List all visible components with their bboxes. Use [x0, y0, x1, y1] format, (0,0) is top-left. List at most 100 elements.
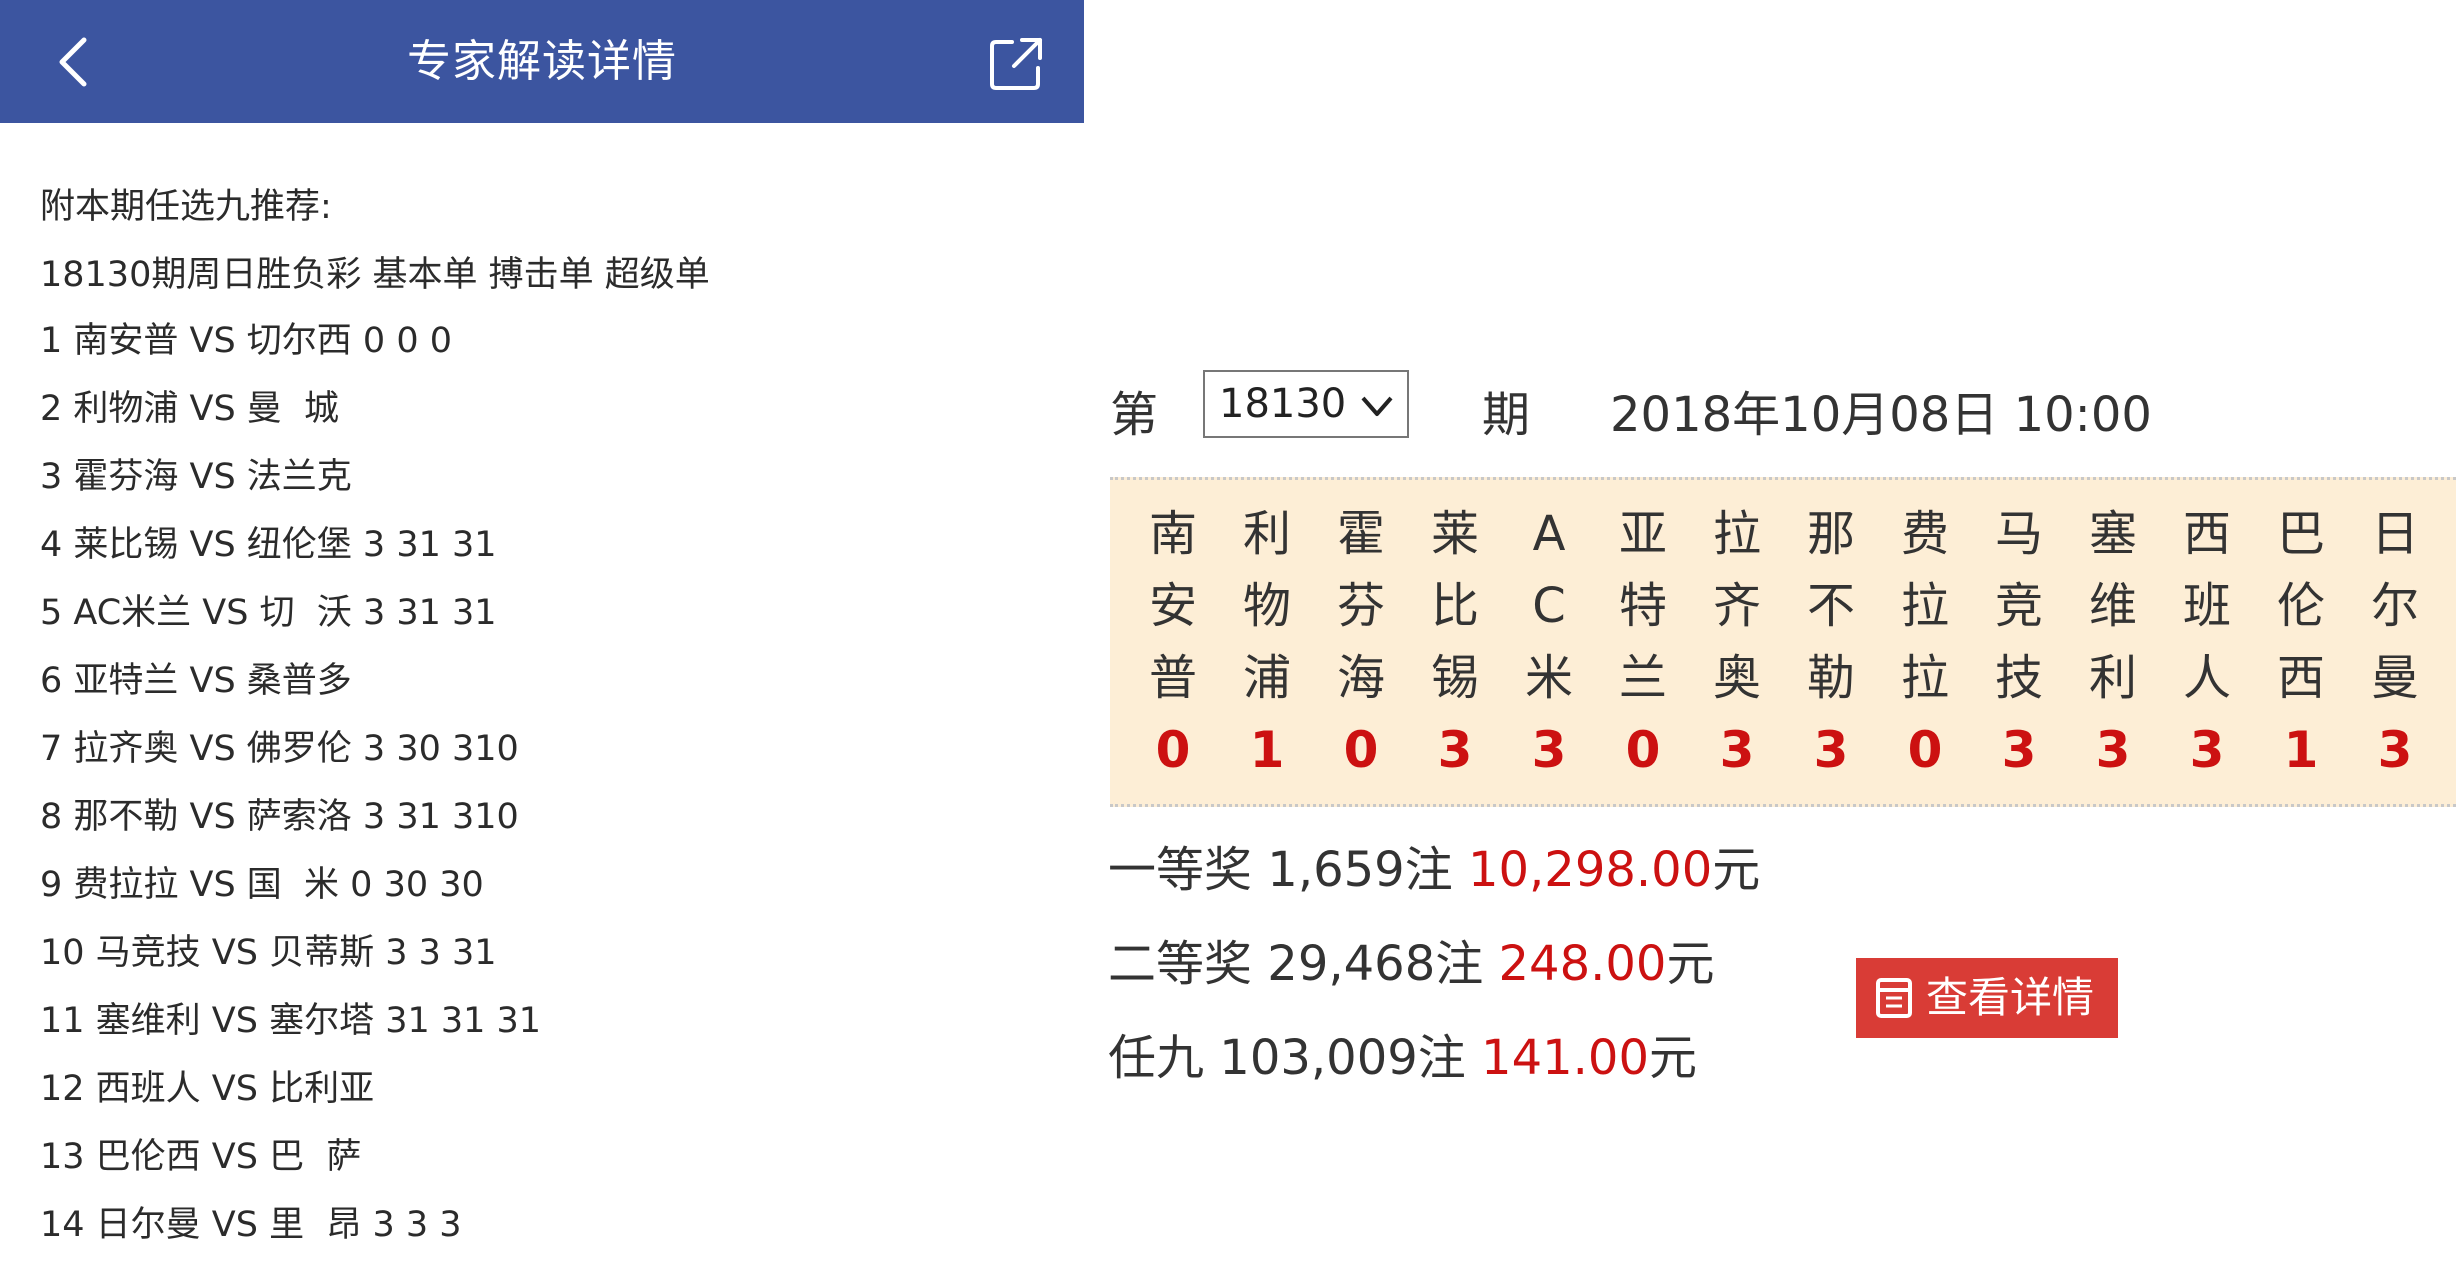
match-column: 南安普 0 [1126, 498, 1220, 786]
team-char: 海 [1336, 650, 1385, 706]
match-result: 3 [1719, 721, 1755, 779]
match-result: 3 [2001, 721, 2037, 779]
team-char: 不 [1806, 578, 1855, 634]
match-result: 0 [1625, 721, 1661, 779]
team-char: 米 [1524, 650, 1573, 706]
team-char: 曼 [2370, 650, 2419, 706]
match-column: 莱比锡 3 [1408, 498, 1502, 786]
prize-unit: 元 [1712, 842, 1761, 898]
prize-name: 任九 [1108, 1030, 1205, 1086]
match-result: 1 [2283, 721, 2319, 779]
team-char: 那 [1806, 506, 1855, 562]
match-column: 马竞技 3 [1972, 498, 2066, 786]
match-column: 日尔曼 3 [2348, 498, 2442, 786]
intro-line: 附本期任选九推荐: [40, 187, 332, 227]
top-bar: 专家解读详情 [0, 0, 1084, 123]
article-panel: 专家解读详情 附本期任选九推荐: 18130期周日胜负彩 基本单 搏击单 超级单… [0, 0, 1084, 1272]
team-char: 马 [1994, 506, 2043, 562]
team-char: 利 [1242, 506, 1291, 562]
match-result: 3 [1437, 721, 1473, 779]
team-char: 浦 [1242, 650, 1291, 706]
team-char: 塞 [2088, 506, 2137, 562]
match-column: 费拉拉 0 [1878, 498, 1972, 786]
list-item: 8 那不勒 VS 萨索洛 3 31 310 [40, 797, 519, 837]
period-select[interactable]: 18130 [1203, 370, 1409, 438]
match-column: AC米 3 [1502, 498, 1596, 786]
team-char: 芬 [1336, 578, 1385, 634]
match-result: 0 [1155, 721, 1191, 779]
prize-amount: 10,298.00 [1467, 842, 1713, 898]
view-details-label: 查看详情 [1926, 973, 2095, 1022]
list-item: 9 费拉拉 VS 国 米 0 30 30 [40, 865, 484, 905]
receipt-icon [1876, 978, 1912, 1018]
result-table: 南安普0 利物浦1 霍芬海0 莱比锡3 AC米3 亚特兰0 拉齐奥3 那不勒3 … [1110, 477, 2456, 807]
prize-name: 二等奖 [1108, 936, 1253, 992]
match-result: 3 [2095, 721, 2131, 779]
team-char: 拉 [1900, 578, 1949, 634]
team-char: 物 [1242, 578, 1291, 634]
list-item: 7 拉齐奥 VS 佛罗伦 3 30 310 [40, 729, 519, 769]
match-result: 0 [1343, 721, 1379, 779]
prize-row: 二等奖 29,468注 248.00元 [1108, 924, 1714, 994]
list-item: 10 马竞技 VS 贝蒂斯 3 3 31 [40, 933, 497, 973]
period-suffix: 期 [1482, 387, 1531, 443]
period-prefix: 第 [1110, 387, 1159, 443]
team-char: 日 [2370, 506, 2419, 562]
team-char: 兰 [1618, 650, 1667, 706]
team-char: 锡 [1430, 650, 1479, 706]
page-title: 专家解读详情 [407, 36, 677, 87]
team-char: A [1532, 506, 1566, 562]
match-result: 0 [1907, 721, 1943, 779]
prize-amount: 141.00 [1481, 1030, 1649, 1086]
team-char: 西 [2276, 650, 2325, 706]
list-item: 12 西班人 VS 比利亚 [40, 1069, 375, 1109]
team-char: 南 [1148, 506, 1197, 562]
prize-count: 103,009注 [1219, 1030, 1466, 1086]
team-char: 拉 [1900, 650, 1949, 706]
list-item: 11 塞维利 VS 塞尔塔 31 31 31 [40, 1001, 542, 1041]
team-char: 技 [1994, 650, 2043, 706]
match-column: 西班人 3 [2160, 498, 2254, 786]
match-column: 利物浦 1 [1220, 498, 1314, 786]
prize-count: 1,659注 [1267, 842, 1453, 898]
team-char: 竞 [1994, 578, 2043, 634]
prize-amount: 248.00 [1498, 936, 1667, 992]
share-icon[interactable] [988, 36, 1044, 92]
team-char: 普 [1148, 650, 1197, 706]
team-char: 伦 [2276, 578, 2325, 634]
team-char: 巴 [2276, 506, 2325, 562]
match-column: 拉齐奥 3 [1690, 498, 1784, 786]
prize-unit: 元 [1649, 1030, 1698, 1086]
team-char: 比 [1430, 578, 1479, 634]
prize-unit: 元 [1666, 936, 1715, 992]
team-char: 费 [1900, 506, 1949, 562]
team-char: 奥 [1712, 650, 1761, 706]
period-value: 18130 [1219, 381, 1347, 427]
list-item: 14 日尔曼 VS 里 昂 3 3 3 [40, 1205, 462, 1245]
back-icon[interactable] [48, 32, 108, 92]
team-char: 霍 [1336, 506, 1385, 562]
view-details-button[interactable]: 查看详情 [1856, 958, 2118, 1038]
draw-result-panel: 第 18130 期 2018年10月08日 10:00 南安普0 利物浦1 霍芬… [1084, 0, 2456, 1272]
team-char: 西 [2182, 506, 2231, 562]
team-char: 拉 [1712, 506, 1761, 562]
list-item: 2 利物浦 VS 曼 城 [40, 389, 340, 429]
team-char: 尔 [2370, 578, 2419, 634]
match-column: 塞维利 3 [2066, 498, 2160, 786]
team-char: 亚 [1618, 506, 1667, 562]
team-char: 特 [1618, 578, 1667, 634]
list-item: 13 巴伦西 VS 巴 萨 [40, 1137, 362, 1177]
list-item: 6 亚特兰 VS 桑普多 [40, 661, 352, 701]
list-item: 5 AC米兰 VS 切 沃 3 31 31 [40, 593, 497, 633]
match-column: 霍芬海 0 [1314, 498, 1408, 786]
match-column: 亚特兰 0 [1596, 498, 1690, 786]
team-char: 勒 [1806, 650, 1855, 706]
team-char: C [1532, 578, 1566, 634]
team-char: 利 [2088, 650, 2137, 706]
match-result: 3 [2377, 721, 2413, 779]
prize-count: 29,468注 [1267, 936, 1484, 992]
intro-line: 18130期周日胜负彩 基本单 搏击单 超级单 [40, 255, 710, 295]
prize-name: 一等奖 [1108, 842, 1253, 898]
list-item: 4 莱比锡 VS 纽伦堡 3 31 31 [40, 525, 497, 565]
chevron-down-icon [1361, 396, 1393, 416]
